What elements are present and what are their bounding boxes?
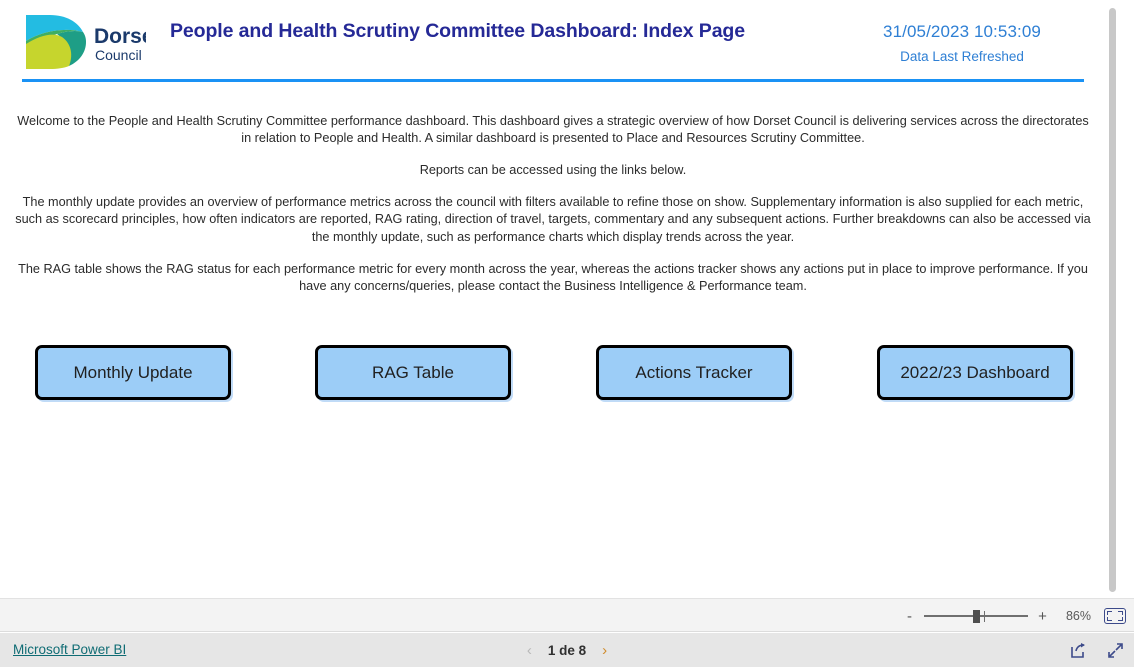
- nav-button-label: Actions Tracker: [635, 362, 753, 382]
- share-icon[interactable]: [1070, 642, 1087, 659]
- zoom-slider-tick: [984, 611, 985, 622]
- refresh-label: Data Last Refreshed: [900, 49, 1024, 64]
- status-bar-icons: [1070, 633, 1124, 667]
- zoom-out-button[interactable]: -: [904, 609, 915, 624]
- intro-paragraph-3: The monthly update provides an overview …: [15, 195, 1091, 244]
- navigation-button-row: Monthly Update RAG Table Actions Tracker…: [0, 345, 1100, 401]
- canvas-vertical-scrollbar[interactable]: [1109, 8, 1116, 592]
- nav-button-monthly-update[interactable]: Monthly Update: [35, 345, 231, 400]
- nav-button-2022-23-dashboard[interactable]: 2022/23 Dashboard: [877, 345, 1073, 400]
- fit-to-screen-icon[interactable]: [1104, 608, 1126, 624]
- page-title: People and Health Scrutiny Committee Das…: [170, 20, 745, 42]
- intro-paragraph-1: Welcome to the People and Health Scrutin…: [17, 114, 1089, 146]
- zoom-in-button[interactable]: +: [1037, 609, 1048, 624]
- svg-text:Dorset: Dorset: [94, 25, 146, 48]
- dorset-council-logo: Dorset Council: [20, 11, 146, 73]
- scrollbar-thumb[interactable]: [1109, 8, 1116, 592]
- fullscreen-icon[interactable]: [1107, 642, 1124, 659]
- zoom-toolbar: - + 86%: [0, 598, 1134, 632]
- data-refresh-block: 31/05/2023 10:53:09 Data Last Refreshed: [842, 21, 1082, 66]
- nav-button-label: Monthly Update: [73, 362, 193, 382]
- report-header: Dorset Council People and Health Scrutin…: [0, 0, 1100, 84]
- page-navigation: ‹ 1 de 8 ›: [0, 633, 1134, 667]
- intro-paragraph-4: The RAG table shows the RAG status for e…: [18, 262, 1088, 294]
- powerbi-report-window: Dorset Council People and Health Scrutin…: [0, 0, 1134, 667]
- chevron-right-icon[interactable]: ›: [602, 643, 607, 658]
- intro-paragraph-2: Reports can be accessed using the links …: [419, 163, 687, 177]
- chevron-left-icon[interactable]: ‹: [527, 643, 532, 658]
- page-indicator: 1 de 8: [547, 642, 587, 658]
- nav-button-label: RAG Table: [372, 362, 454, 382]
- nav-button-actions-tracker[interactable]: Actions Tracker: [596, 345, 792, 400]
- zoom-controls: - + 86%: [904, 599, 1126, 633]
- zoom-level-label: 86%: [1065, 609, 1091, 623]
- report-canvas: Dorset Council People and Health Scrutin…: [0, 0, 1120, 598]
- nav-button-label: 2022/23 Dashboard: [900, 362, 1050, 382]
- status-bar: Microsoft Power BI ‹ 1 de 8 ›: [0, 633, 1134, 667]
- zoom-slider-handle[interactable]: [973, 610, 980, 623]
- nav-button-rag-table[interactable]: RAG Table: [315, 345, 511, 400]
- refresh-timestamp: 31/05/2023 10:53:09: [883, 22, 1041, 41]
- zoom-slider[interactable]: [924, 609, 1028, 623]
- header-divider: [22, 79, 1084, 82]
- svg-text:Council: Council: [95, 47, 142, 63]
